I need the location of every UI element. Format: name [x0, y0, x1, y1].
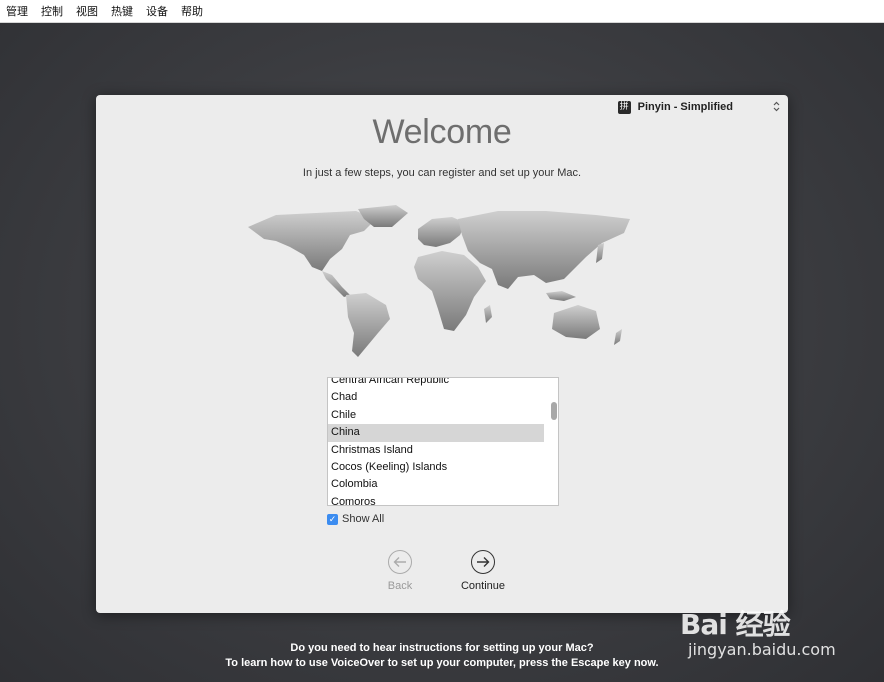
baidu-logo-text: Bai 经验: [680, 608, 791, 641]
country-item-cocos-keeling-islands[interactable]: Cocos (Keeling) Islands: [328, 459, 544, 476]
menu-view[interactable]: 视图: [70, 3, 105, 19]
show-all-checkbox[interactable]: ✓: [327, 513, 338, 525]
country-item-chile[interactable]: Chile: [328, 407, 544, 424]
baidu-watermark: Bai 经验 jingyan.baidu.com: [680, 595, 880, 665]
country-item-christmas-island[interactable]: Christmas Island: [328, 442, 544, 459]
vm-menubar: 管理 控制 视图 热键 设备 帮助: [0, 0, 884, 23]
menu-hotkeys[interactable]: 热键: [105, 3, 140, 19]
country-item-central-african-republic[interactable]: Central African Republic: [328, 378, 544, 389]
arrow-left-icon: [388, 550, 412, 574]
country-list[interactable]: Central African Republic Chad Chile Chin…: [327, 377, 559, 506]
menu-control[interactable]: 控制: [35, 3, 70, 19]
country-item-china[interactable]: China: [328, 424, 544, 442]
menu-help[interactable]: 帮助: [175, 3, 210, 19]
show-all-label: Show All: [342, 513, 385, 525]
input-source-label: Pinyin - Simplified: [637, 101, 733, 113]
back-button[interactable]: Back: [382, 550, 418, 592]
list-scrollbar[interactable]: [551, 402, 557, 420]
arrow-right-icon: [471, 550, 495, 574]
page-subtitle: In just a few steps, you can register an…: [302, 167, 582, 179]
pinyin-icon: 拼: [617, 100, 631, 114]
welcome-panel: 拼 Pinyin - Simplified Welcome In just a …: [96, 95, 788, 613]
menu-devices[interactable]: 设备: [140, 3, 175, 19]
country-item-colombia[interactable]: Colombia: [328, 476, 544, 493]
baidu-url-text: jingyan.baidu.com: [688, 640, 836, 659]
page-title: Welcome: [372, 113, 512, 151]
continue-label: Continue: [460, 580, 506, 592]
show-all-option[interactable]: ✓ Show All: [327, 513, 384, 525]
country-item-comoros[interactable]: Comoros: [328, 494, 544, 505]
menu-manage[interactable]: 管理: [0, 3, 35, 19]
world-map-icon: [248, 205, 630, 357]
updown-stepper-icon: [773, 101, 780, 114]
country-item-chad[interactable]: Chad: [328, 389, 544, 406]
continue-button[interactable]: Continue: [455, 550, 511, 592]
back-label: Back: [387, 580, 413, 592]
